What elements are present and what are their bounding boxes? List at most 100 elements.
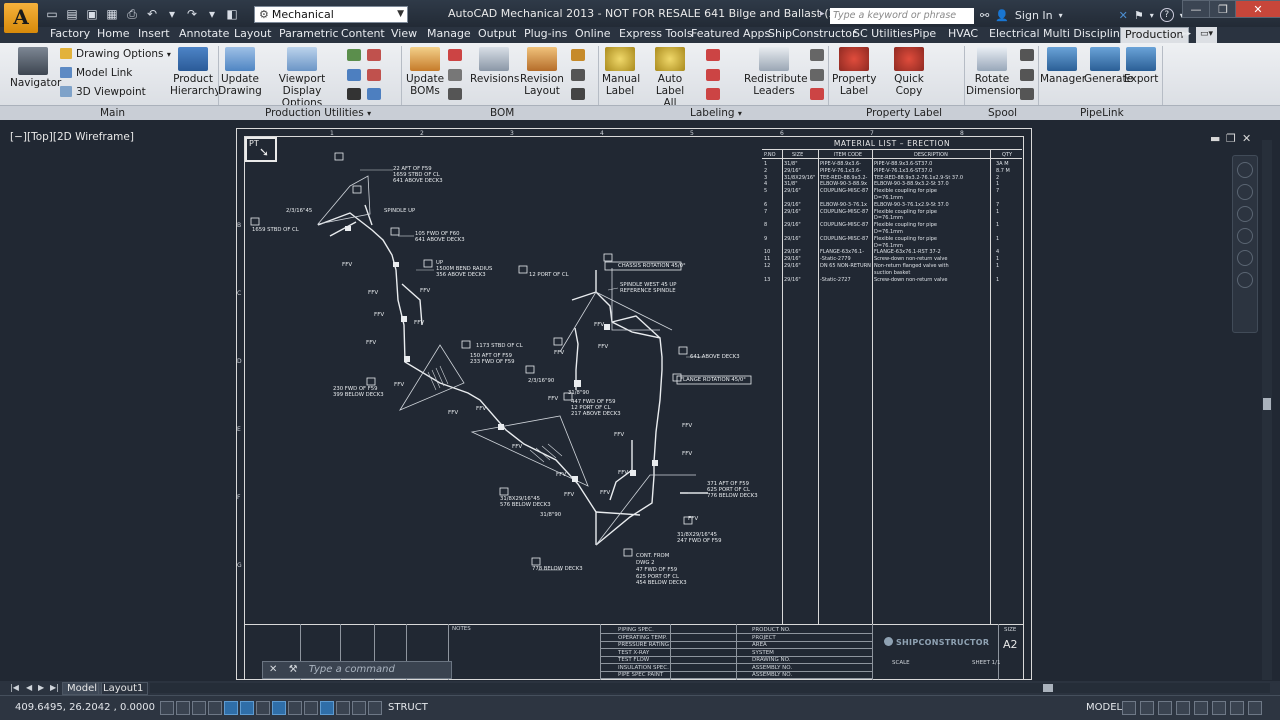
infer-constraints-icon[interactable] bbox=[160, 701, 174, 715]
material-cell: 12 bbox=[764, 263, 771, 269]
ffv-label: FFV bbox=[594, 322, 605, 328]
scrollbar-thumb[interactable] bbox=[1263, 398, 1271, 410]
snap-icon[interactable] bbox=[176, 701, 190, 715]
command-line[interactable]: ✕ ⚒ Type a command bbox=[262, 661, 452, 679]
material-cell: 29/16" bbox=[784, 188, 801, 195]
first-layout-icon[interactable]: |◀ bbox=[10, 683, 19, 692]
close-icon[interactable]: ✕ bbox=[269, 664, 277, 675]
isolate-objects-icon[interactable] bbox=[1230, 701, 1244, 715]
layout-tab-model[interactable]: Model bbox=[62, 682, 103, 695]
zoom-icon[interactable] bbox=[1237, 206, 1253, 222]
material-cell: 1 bbox=[996, 235, 1000, 242]
quick-view-layouts-icon[interactable] bbox=[1122, 701, 1136, 715]
layout-tab-layout1[interactable]: Layout1 bbox=[98, 682, 149, 695]
annotation: FLANGE ROTATION 45/0° bbox=[680, 377, 746, 383]
material-cell: 5 bbox=[764, 188, 768, 195]
material-cell: Screw-down non-return valve bbox=[874, 276, 948, 283]
material-cell: PIPE-V-88.9x3.6- bbox=[820, 161, 861, 167]
title-block-field: DRAWING NO. bbox=[752, 657, 791, 663]
annotation: 247 FWD OF F59 bbox=[677, 538, 722, 544]
hardware-acceleration-icon[interactable] bbox=[1212, 701, 1226, 715]
wrench-icon[interactable]: ⚒ bbox=[289, 664, 298, 675]
annotation: DWG 2 bbox=[636, 560, 655, 566]
3d-osnap-icon[interactable] bbox=[256, 701, 270, 715]
bulb-icon bbox=[884, 637, 893, 646]
material-cell: ELBOW-90-3-88.9x3.2-St 37.0 bbox=[874, 181, 949, 188]
annotation-scale-icon[interactable] bbox=[1158, 701, 1172, 715]
title-block-rule bbox=[872, 624, 873, 680]
prev-layout-icon[interactable]: ◀ bbox=[26, 683, 32, 692]
title-block-field: SYSTEM bbox=[752, 649, 774, 656]
pipe-fitting bbox=[572, 476, 578, 482]
material-cell: 11 bbox=[764, 256, 771, 263]
model-space-toggle[interactable]: MODEL bbox=[1086, 702, 1122, 713]
annotation: 12 PORT OF CL bbox=[529, 272, 569, 278]
pan-icon[interactable] bbox=[1237, 184, 1253, 200]
application-menu-button[interactable]: A bbox=[4, 3, 38, 33]
steering-wheel-icon[interactable] bbox=[1237, 162, 1253, 178]
pipe-fitting bbox=[498, 424, 504, 430]
lock-icon[interactable] bbox=[1194, 701, 1208, 715]
annotation: 776 BELOW DECK3 bbox=[707, 493, 758, 499]
material-cell: 7 bbox=[996, 188, 1000, 195]
part-balloon bbox=[525, 365, 535, 374]
hatch-line bbox=[427, 371, 437, 391]
title-block-field: ASSEMBLY NO. bbox=[752, 672, 793, 678]
size-label: SIZE bbox=[1004, 627, 1017, 633]
table-header: DESCRIPTION bbox=[914, 152, 948, 158]
orbit-icon[interactable] bbox=[1237, 228, 1253, 244]
material-cell: 2 bbox=[996, 174, 1000, 181]
quick-properties-icon[interactable] bbox=[352, 701, 366, 715]
vertical-scrollbar[interactable] bbox=[1262, 140, 1272, 680]
selection-cycling-icon[interactable] bbox=[368, 701, 382, 715]
next-layout-icon[interactable]: ▶ bbox=[38, 683, 44, 692]
ortho-icon[interactable] bbox=[208, 701, 222, 715]
coordinates-readout: 409.6495, 26.2042 , 0.0000 bbox=[15, 702, 155, 713]
material-cell: COUPLING-MISC-87 bbox=[820, 235, 869, 242]
material-cell: Non-return flanged valve with bbox=[874, 263, 949, 269]
osnap-icon[interactable] bbox=[240, 701, 254, 715]
annotation: CHASSIS ROTATION 45/0° bbox=[618, 263, 686, 269]
ffv-label: FFV bbox=[688, 516, 699, 522]
polar-icon[interactable] bbox=[224, 701, 238, 715]
material-cell: 3 bbox=[764, 174, 768, 181]
ffv-label: FFV bbox=[420, 288, 431, 294]
annotation: 641 ABOVE DECK3 bbox=[690, 354, 740, 360]
material-cell: 29/16" bbox=[784, 201, 801, 208]
ducs-icon[interactable] bbox=[288, 701, 302, 715]
ffv-label: FFV bbox=[600, 490, 611, 496]
navbar-options-icon[interactable] bbox=[1237, 272, 1253, 288]
material-cell: DN 65 NON-RETURN bbox=[820, 263, 871, 269]
ffv-label: FFV bbox=[614, 432, 625, 438]
material-cell: FLANGE-63x76.1- bbox=[820, 249, 865, 256]
workspace-switching-icon[interactable] bbox=[1176, 701, 1190, 715]
annotation: 217 ABOVE DECK3 bbox=[571, 411, 621, 417]
part-balloon bbox=[352, 185, 362, 194]
leader-line bbox=[607, 287, 619, 291]
annotation: 1173 STBD OF CL bbox=[476, 343, 523, 349]
part-balloon bbox=[623, 548, 633, 557]
part-balloon bbox=[531, 557, 541, 566]
dyn-icon[interactable] bbox=[304, 701, 318, 715]
sheet-number: SHEET 1/1 bbox=[972, 660, 1001, 666]
struct-toggle[interactable]: STRUCT bbox=[388, 702, 428, 713]
brand-name: SHIPCONSTRUCTOR bbox=[896, 638, 990, 647]
material-cell: 31/8X29/16" bbox=[784, 174, 816, 181]
last-layout-icon[interactable]: ▶| bbox=[50, 683, 59, 692]
grid-icon[interactable] bbox=[192, 701, 206, 715]
ffv-label: FFV bbox=[598, 344, 609, 350]
transparency-icon[interactable] bbox=[336, 701, 350, 715]
table-rule bbox=[762, 149, 1022, 150]
clean-screen-icon[interactable] bbox=[1248, 701, 1262, 715]
material-cell: Flexible coupling for pipe bbox=[874, 208, 937, 215]
material-cell: D=76.1mm bbox=[874, 195, 903, 201]
pipe-run bbox=[595, 511, 641, 516]
showmotion-icon[interactable] bbox=[1237, 250, 1253, 266]
horizontal-scrollbar[interactable] bbox=[150, 683, 1270, 693]
lineweight-icon[interactable] bbox=[320, 701, 334, 715]
command-input[interactable]: Type a command bbox=[309, 664, 395, 675]
scrollbar-thumb[interactable] bbox=[1043, 684, 1053, 692]
otrack-icon[interactable] bbox=[272, 701, 286, 715]
quick-view-drawings-icon[interactable] bbox=[1140, 701, 1154, 715]
material-cell: D=76.1mm bbox=[874, 215, 903, 222]
